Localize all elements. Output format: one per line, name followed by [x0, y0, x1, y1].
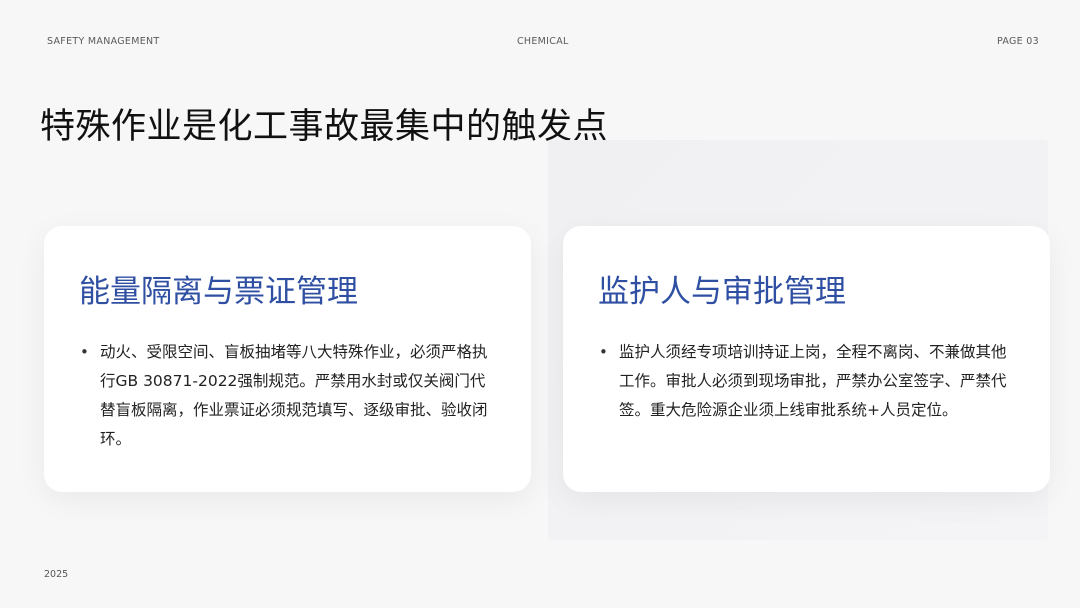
card-energy-isolation: 能量隔离与票证管理 • 动火、受限空间、盲板抽堵等八大特殊作业，必须严格执行GB… [44, 226, 531, 492]
card-heading: 监护人与审批管理 [598, 274, 846, 310]
list-item: • 监护人须经专项培训持证上岗，全程不离岗、不兼做其他工作。审批人必须到现场审批… [599, 338, 1019, 425]
header-center-label: CHEMICAL [517, 36, 569, 47]
top-bar: SAFETY MANAGEMENT CHEMICAL PAGE 03 [0, 36, 1080, 48]
bullet-dot-icon: • [80, 343, 89, 361]
bullet-dot-icon: • [599, 343, 608, 361]
card-bullet-list: • 监护人须经专项培训持证上岗，全程不离岗、不兼做其他工作。审批人必须到现场审批… [599, 338, 1019, 425]
list-item: • 动火、受限空间、盲板抽堵等八大特殊作业，必须严格执行GB 30871-202… [80, 338, 500, 454]
footer-year: 2025 [44, 569, 69, 580]
page-number: PAGE 03 [996, 36, 1039, 47]
card-heading: 能量隔离与票证管理 [79, 274, 358, 310]
bullet-text: 监护人须经专项培训持证上岗，全程不离岗、不兼做其他工作。审批人必须到现场审批，严… [619, 343, 1007, 419]
bullet-text: 动火、受限空间、盲板抽堵等八大特殊作业，必须严格执行GB 30871-2022强… [100, 343, 488, 448]
card-bullet-list: • 动火、受限空间、盲板抽堵等八大特殊作业，必须严格执行GB 30871-202… [80, 338, 500, 454]
card-supervisor-approval: 监护人与审批管理 • 监护人须经专项培训持证上岗，全程不离岗、不兼做其他工作。审… [563, 226, 1050, 492]
header-left-label: SAFETY MANAGEMENT [47, 36, 160, 47]
page-title: 特殊作业是化工事故最集中的触发点 [40, 107, 609, 147]
